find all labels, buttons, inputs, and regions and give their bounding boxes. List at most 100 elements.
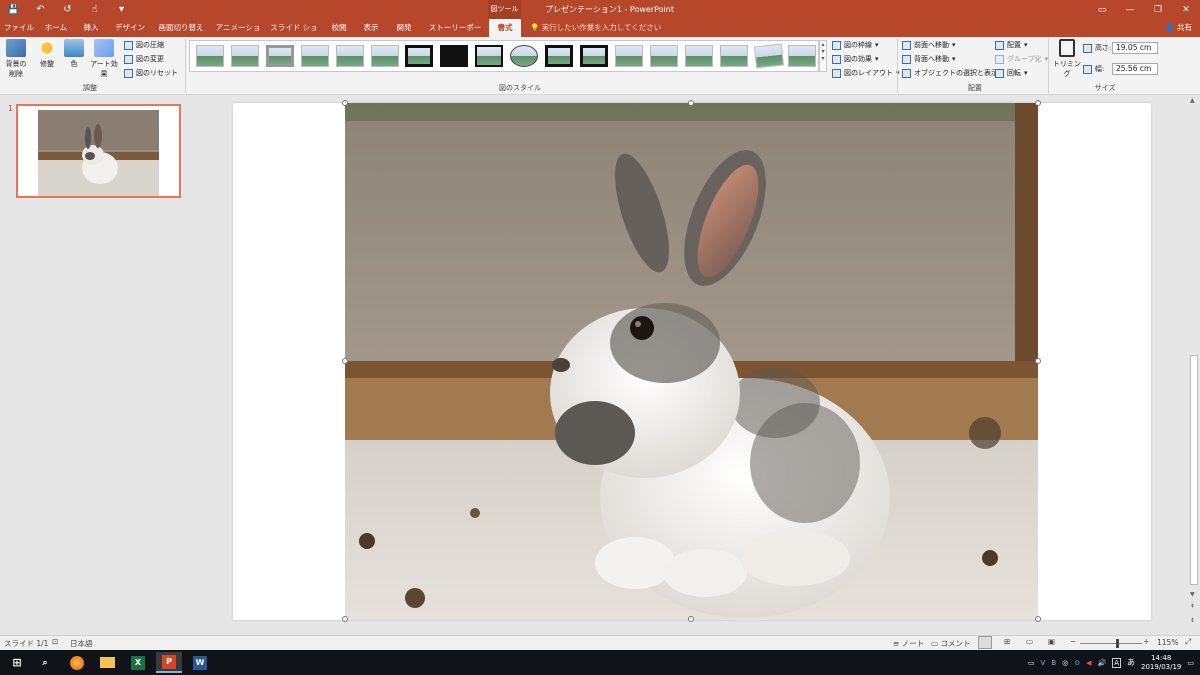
corrections-button[interactable]: 修整: [36, 39, 58, 69]
picture-style-option[interactable]: [440, 45, 468, 67]
picture-style-option[interactable]: [650, 45, 678, 67]
tab-view[interactable]: 表示: [360, 19, 382, 37]
slideshow-icon[interactable]: ▣: [1048, 637, 1055, 646]
notes-button[interactable]: ≡ ノート: [893, 638, 924, 649]
excel-taskbar-button[interactable]: X: [125, 652, 151, 673]
vertical-scrollbar[interactable]: ▲ ▼ ⇞ ⇟: [1188, 95, 1200, 635]
picture-style-option[interactable]: [545, 45, 573, 67]
picture-style-option[interactable]: [475, 45, 503, 67]
reading-view-icon[interactable]: ▭: [1026, 637, 1033, 646]
search-button[interactable]: ⌕: [32, 652, 58, 673]
resize-handle[interactable]: [342, 100, 348, 106]
picture-effects-button[interactable]: 図の効果 ▾: [832, 54, 879, 64]
zoom-slider-thumb[interactable]: [1116, 639, 1120, 648]
resize-handle[interactable]: [342, 358, 348, 364]
width-input[interactable]: 25.56 cm: [1112, 63, 1158, 75]
picture-style-option[interactable]: [336, 45, 364, 67]
bring-forward-button[interactable]: 前面へ移動 ▾: [902, 40, 956, 50]
word-taskbar-button[interactable]: W: [187, 652, 213, 673]
gallery-more-button[interactable]: ▴ ▾ ▾: [819, 40, 827, 72]
picture-style-option[interactable]: [788, 45, 816, 67]
ribbon-display-button[interactable]: ▭: [1088, 0, 1116, 19]
picture-style-option[interactable]: [231, 45, 259, 67]
resize-handle[interactable]: [688, 100, 694, 106]
compress-pictures-button[interactable]: 図の圧縮: [124, 40, 164, 50]
tab-design[interactable]: デザイン: [113, 19, 147, 37]
crop-button[interactable]: トリミング: [1052, 39, 1082, 79]
firefox-taskbar-button[interactable]: [64, 652, 90, 673]
group-objects-button[interactable]: グループ化 ▾: [995, 54, 1048, 64]
shield-icon[interactable]: V: [1041, 659, 1046, 667]
tab-transitions[interactable]: 画面切り替え: [155, 19, 207, 37]
previous-slide-icon[interactable]: ⇞: [1190, 603, 1195, 610]
tab-animations[interactable]: アニメーション: [215, 19, 261, 50]
system-clock[interactable]: 14:48 2019/03/19: [1141, 654, 1181, 672]
zoom-out-button[interactable]: −: [1070, 637, 1076, 646]
picture-style-option[interactable]: [580, 45, 608, 67]
normal-view-button[interactable]: [978, 636, 992, 649]
picture-style-option[interactable]: [685, 45, 713, 67]
picture-style-option[interactable]: [510, 45, 538, 67]
resize-handle[interactable]: [1035, 358, 1041, 364]
redo-button[interactable]: ↺: [54, 0, 81, 19]
picture-border-button[interactable]: 図の枠線 ▾: [832, 40, 879, 50]
ime-indicator[interactable]: あ: [1127, 657, 1135, 668]
undo-button[interactable]: ↶: [27, 0, 54, 19]
resize-handle[interactable]: [342, 616, 348, 622]
picture-style-option[interactable]: [615, 45, 643, 67]
scrollbar-thumb[interactable]: [1190, 355, 1198, 585]
zoom-in-button[interactable]: +: [1143, 637, 1149, 646]
rotate-button[interactable]: 回転 ▾: [995, 68, 1028, 78]
slide-sorter-icon[interactable]: ⊞: [1004, 637, 1010, 646]
network-camera-icon[interactable]: ▭: [1028, 659, 1035, 667]
sync-icon[interactable]: ◎: [1062, 659, 1068, 667]
tab-review[interactable]: 校閲: [328, 19, 350, 37]
minimize-button[interactable]: —: [1116, 0, 1144, 19]
fit-to-window-icon[interactable]: ⤢: [1185, 637, 1191, 647]
picture-style-option[interactable]: [371, 45, 399, 67]
picture-style-option[interactable]: [405, 45, 433, 67]
tab-storyboard[interactable]: ストーリーボード: [426, 19, 484, 50]
tab-slideshow[interactable]: スライド ショー: [270, 19, 318, 50]
close-button[interactable]: ✕: [1172, 0, 1200, 19]
send-backward-button[interactable]: 背面へ移動 ▾: [902, 54, 956, 64]
next-slide-icon[interactable]: ⇟: [1190, 617, 1195, 624]
slide-thumbnail[interactable]: [16, 104, 181, 198]
resize-handle[interactable]: [1035, 100, 1041, 106]
selection-pane-button[interactable]: オブジェクトの選択と表示: [902, 68, 998, 78]
save-button[interactable]: 💾: [0, 0, 27, 19]
app-icon[interactable]: B: [1051, 659, 1056, 667]
picture-style-option[interactable]: [301, 45, 329, 67]
selected-picture[interactable]: [345, 103, 1038, 620]
customize-qat-button[interactable]: ▾: [108, 0, 135, 19]
picture-style-option[interactable]: [720, 45, 748, 67]
share-button[interactable]: 👤 共有: [1165, 19, 1192, 37]
spellcheck-icon[interactable]: ⊡: [52, 637, 58, 646]
ime-mode-icon[interactable]: A: [1112, 657, 1122, 668]
tab-home[interactable]: ホーム: [42, 19, 70, 37]
picture-layout-button[interactable]: 図のレイアウト▾: [832, 68, 900, 78]
remove-background-button[interactable]: 背景の削除: [3, 39, 29, 79]
tab-developer[interactable]: 開発: [393, 19, 415, 37]
change-picture-button[interactable]: 図の変更: [124, 54, 164, 64]
resize-handle[interactable]: [1035, 616, 1041, 622]
touch-mode-button[interactable]: ☝: [81, 0, 108, 19]
file-explorer-taskbar-button[interactable]: [94, 652, 120, 673]
action-center-icon[interactable]: ▭: [1187, 659, 1194, 667]
tell-me-search[interactable]: 💡 実行したい作業を入力してください: [530, 19, 661, 37]
zoom-slider[interactable]: [1080, 639, 1142, 648]
language-indicator[interactable]: 日本語: [70, 638, 93, 649]
picture-style-option[interactable]: [266, 45, 294, 67]
zoom-level[interactable]: 115%: [1157, 638, 1178, 647]
scroll-up-icon[interactable]: ▲: [1190, 97, 1195, 104]
scroll-down-icon[interactable]: ▼: [1190, 591, 1195, 598]
powerpoint-taskbar-button[interactable]: P: [156, 652, 182, 673]
restore-button[interactable]: ❐: [1144, 0, 1172, 19]
start-button[interactable]: ⊞: [4, 652, 30, 673]
height-input[interactable]: 19.05 cm: [1112, 42, 1158, 54]
tab-file[interactable]: ファイル: [4, 19, 34, 37]
picture-style-option[interactable]: [196, 45, 224, 67]
artistic-effects-button[interactable]: アート効果: [87, 39, 121, 79]
tab-insert[interactable]: 挿入: [80, 19, 102, 37]
volume-icon[interactable]: 🔊: [1098, 659, 1107, 667]
